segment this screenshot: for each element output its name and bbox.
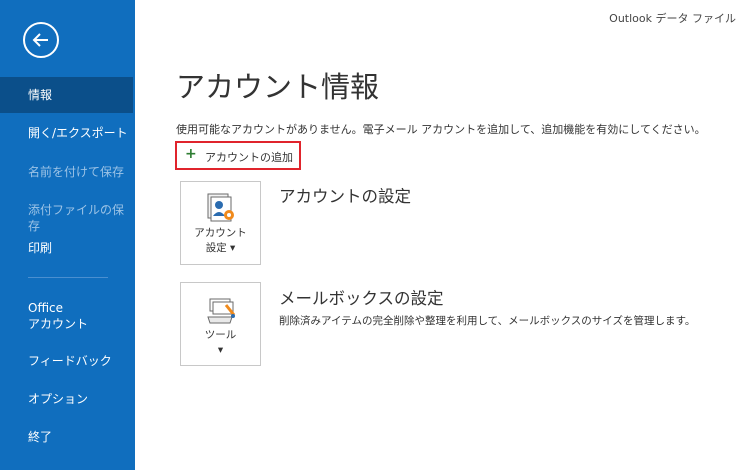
sidebar-item-print[interactable]: 印刷 (0, 240, 135, 256)
account-settings-tile-line2: 設定 ▾ (205, 242, 236, 254)
account-settings-tile-line1: アカウント (194, 227, 247, 239)
page-title: アカウント情報 (176, 70, 380, 104)
plus-icon: + (185, 146, 197, 162)
back-arrow-icon (32, 33, 48, 47)
sidebar-item-exit[interactable]: 終了 (0, 429, 135, 445)
add-account-label: アカウントの追加 (205, 151, 293, 164)
tools-tile-line1: ツール (204, 329, 237, 341)
sidebar-item-save-as[interactable]: 名前を付けて保存 (0, 164, 135, 180)
tools-icon (207, 298, 236, 324)
tools-tile-line2: ▾ (217, 344, 224, 356)
office-label: Office (28, 301, 64, 315)
add-account-button[interactable]: + アカウントの追加 (175, 141, 301, 170)
account-settings-icon (207, 193, 234, 222)
sidebar-divider (28, 277, 108, 278)
mailbox-settings-title: メールボックスの設定 (279, 289, 444, 308)
no-account-description: 使用可能なアカウントがありません。電子メール アカウントを追加して、追加機能を有… (176, 123, 706, 136)
tools-button[interactable]: ツール ▾ (180, 282, 261, 366)
sidebar-item-open-export[interactable]: 開く/エクスポート (0, 125, 135, 141)
sidebar-item-options[interactable]: オプション (0, 391, 135, 407)
sidebar-item-info[interactable]: 情報 (0, 77, 133, 113)
account-settings-title: アカウントの設定 (279, 187, 411, 206)
backstage-sidebar: 情報 開く/エクスポート 名前を付けて保存 添付ファイルの保存 印刷 Offic… (0, 0, 135, 470)
window-title: Outlook データ ファイル (609, 12, 736, 25)
mailbox-settings-description: 削除済みアイテムの完全削除や整理を利用して、メールボックスのサイズを管理します。 (279, 315, 696, 327)
sidebar-item-save-attachments[interactable]: 添付ファイルの保存 (0, 202, 135, 234)
back-button[interactable] (23, 22, 59, 58)
account-settings-button[interactable]: アカウント 設定 ▾ (180, 181, 261, 265)
sidebar-item-office-account[interactable]: Office アカウント (0, 300, 135, 332)
sidebar-item-feedback[interactable]: フィードバック (0, 353, 135, 369)
account-label: アカウント (28, 317, 89, 331)
